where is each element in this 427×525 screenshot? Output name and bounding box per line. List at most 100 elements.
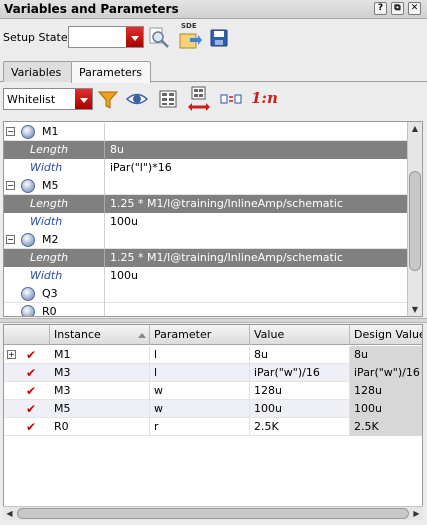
cell-value[interactable]: 100u [250,400,350,418]
cell-value[interactable]: 8u [250,346,350,364]
checkmark-icon[interactable]: ✔ [26,366,36,380]
search-icon[interactable] [147,26,171,50]
setup-state-combo[interactable] [68,26,144,48]
table-row[interactable]: ✔ M5 w 100u 100u [4,400,422,418]
collapse-icon[interactable]: − [6,235,15,244]
tree-scroll-thumb[interactable] [409,171,421,271]
chevron-down-icon[interactable] [75,89,92,109]
scroll-right-icon[interactable]: ▶ [410,507,423,520]
table-row[interactable]: ✔ M3 w 128u 128u [4,382,422,400]
cell-parameter[interactable]: w [150,400,250,418]
tab-variables[interactable]: Variables [3,61,72,82]
tree-value-cell[interactable]: 1.25 * M1/l@training/InlineAmp/schematic [106,249,408,267]
instance-tree: − M1 Length 8u Width iPar("l")*16 − M5 Length 1.2… [3,121,423,317]
float-button[interactable]: ⧉ [391,2,404,15]
cell-value[interactable]: 128u [250,382,350,400]
cell-parameter[interactable]: l [150,346,250,364]
table-row[interactable]: + ✔ M1 l 8u 8u [4,346,422,364]
tab-bar: Variables Parameters [0,58,427,83]
checkmark-icon[interactable]: ✔ [26,420,36,434]
tab-parameters[interactable]: Parameters [71,61,151,83]
tree-name-cell: Length [4,195,105,213]
grid-scroll-thumb[interactable] [17,508,409,519]
cell-instance[interactable]: M5 [50,400,150,418]
instance-name: R0 [42,305,57,317]
column-header-instance[interactable]: Instance [50,325,150,345]
tree-instance-row[interactable]: − M5 [4,177,408,195]
setup-state-label: Setup State: [3,31,72,44]
checkmark-icon[interactable]: ✔ [26,348,36,362]
help-button[interactable]: ? [374,2,387,15]
tree-param-row[interactable]: Width 100u [4,213,408,231]
filter-combo[interactable]: Whitelist [3,88,93,110]
scroll-left-icon[interactable]: ◀ [3,507,16,520]
tree-instance-row[interactable]: R0 [4,303,408,317]
column-header-design-value[interactable]: Design Value [350,325,422,345]
panel-splitter[interactable] [0,318,427,323]
cell-design-value[interactable]: 2.5K [350,418,422,436]
window-title: Variables and Parameters [4,2,179,16]
tree-value-cell[interactable] [106,303,408,316]
filter-icon[interactable] [97,89,119,111]
tree-value-cell[interactable]: 1.25 * M1/l@training/InlineAmp/schematic [106,195,408,213]
tree-value-cell[interactable]: iPar("l")*16 [106,159,408,177]
tree-value-cell[interactable]: 100u [106,267,408,285]
expand-icon[interactable]: + [7,350,16,359]
instance-icon [21,305,35,316]
tree-value-cell[interactable]: 8u [106,141,408,159]
tree-value-cell[interactable] [106,123,408,141]
tree-value-cell[interactable]: 100u [106,213,408,231]
column-header-parameter[interactable]: Parameter [150,325,250,345]
table-row[interactable]: ✔ R0 r 2.5K 2.5K [4,418,422,436]
cell-instance[interactable]: R0 [50,418,150,436]
tree-param-row[interactable]: Width iPar("l")*16 [4,159,408,177]
cell-instance[interactable]: M3 [50,382,150,400]
tree-param-row[interactable]: Length 1.25 * M1/l@training/InlineAmp/sch… [4,249,408,267]
cell-value[interactable]: iPar("w")/16 [250,364,350,382]
tree-instance-row[interactable]: − M1 [4,123,408,141]
tree-name-cell: Width [4,159,105,177]
checkmark-icon[interactable]: ✔ [26,402,36,416]
cell-design-value[interactable]: 128u [350,382,422,400]
scroll-up-icon[interactable]: ▲ [408,122,422,135]
compare-values-icon[interactable] [219,91,243,107]
resize-columns-icon[interactable] [186,86,212,114]
table-row[interactable]: ✔ M3 l iPar("w")/16 iPar("w")/16 [4,364,422,382]
cell-instance[interactable]: M1 [50,346,150,364]
tree-vertical-scrollbar[interactable]: ▲ ▼ [407,122,422,316]
collapse-icon[interactable]: − [6,181,15,190]
eye-icon[interactable] [126,90,148,108]
tree-value-cell[interactable] [106,285,408,303]
tree-instance-row[interactable]: Q3 [4,285,408,303]
grid-header-spacer [4,325,50,345]
close-button[interactable]: ✕ [408,2,421,15]
cell-design-value[interactable]: 8u [350,346,422,364]
instance-icon [21,179,35,193]
tree-name-cell: − M1 [4,123,105,141]
table-view-icon[interactable] [158,89,178,109]
cell-parameter[interactable]: l [150,364,250,382]
cell-parameter[interactable]: r [150,418,250,436]
tree-param-row[interactable]: Length 8u [4,141,408,159]
ratio-button[interactable]: 1:n [251,89,278,107]
cell-instance[interactable]: M3 [50,364,150,382]
save-icon[interactable] [210,29,228,47]
cell-design-value[interactable]: iPar("w")/16 [350,364,422,382]
param-name: Width [30,269,63,282]
cell-design-value[interactable]: 100u [350,400,422,418]
checkmark-icon[interactable]: ✔ [26,384,36,398]
cell-parameter[interactable]: w [150,382,250,400]
tree-instance-row[interactable]: − M2 [4,231,408,249]
tree-value-cell[interactable] [106,177,408,195]
chevron-down-icon[interactable] [126,27,143,47]
grid-horizontal-scrollbar[interactable]: ◀ ▶ [3,506,423,520]
tree-param-row[interactable]: Width 100u [4,267,408,285]
cell-value[interactable]: 2.5K [250,418,350,436]
tree-value-cell[interactable] [106,231,408,249]
column-header-value[interactable]: Value [250,325,350,345]
tree-name-cell: − M2 [4,231,105,249]
tree-param-row[interactable]: Length 1.25 * M1/l@training/InlineAmp/sch… [4,195,408,213]
tree-name-cell: Length [4,249,105,267]
collapse-icon[interactable]: − [6,127,15,136]
scroll-down-icon[interactable]: ▼ [408,303,422,316]
